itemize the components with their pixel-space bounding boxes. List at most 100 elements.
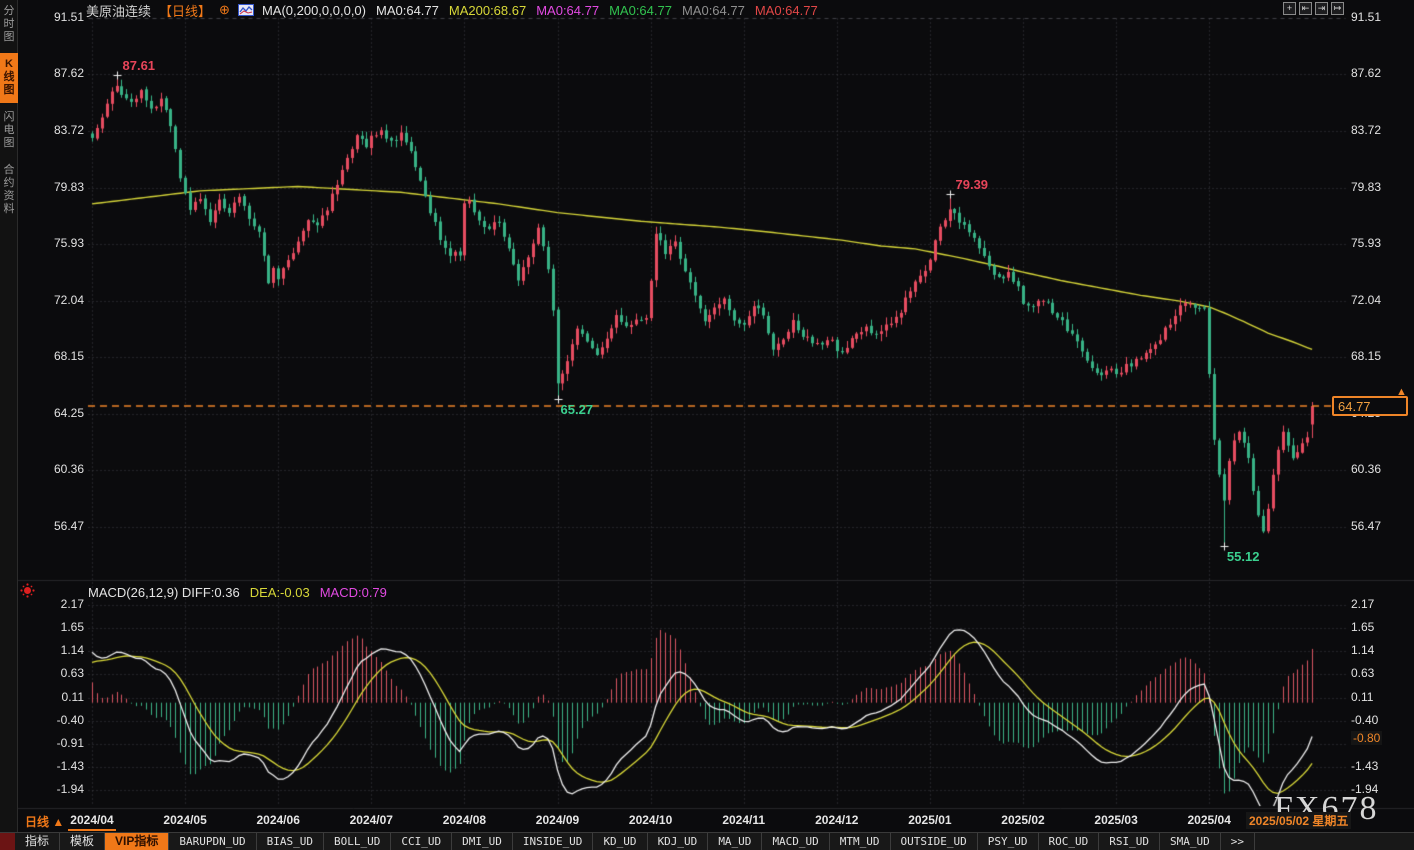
toolbar-logo[interactable] (0, 833, 15, 850)
period-tag: 【日线】 (159, 1, 211, 20)
toolbar-item-psy_ud[interactable]: PSY_UD (978, 833, 1039, 850)
x-axis-month-label: 2025/04 (1175, 813, 1243, 827)
add-indicator-icon[interactable]: ⊕ (219, 2, 230, 18)
chart-type-sidebar: 分时图 K线图闪电图合约资料 (0, 0, 18, 832)
price-tick-left: 83.72 (40, 123, 84, 137)
x-axis-month-label: 2024/05 (151, 813, 219, 827)
x-axis-month-label: 2024/08 (430, 813, 498, 827)
x-axis-month-label: 2024/09 (524, 813, 592, 827)
sidebar-tab-4[interactable]: 合约资料 (0, 159, 18, 222)
x-axis-month-label: 2025/03 (1082, 813, 1150, 827)
sidebar-tab-2[interactable]: K线图 (0, 53, 18, 103)
price-annotation: 87.61 (123, 58, 156, 73)
price-tick-right: 68.15 (1351, 349, 1405, 363)
macd-tick-left: -1.94 (40, 782, 84, 796)
x-axis-month-label: 2024/12 (803, 813, 871, 827)
toolbar-item-sma_ud[interactable]: SMA_UD (1160, 833, 1221, 850)
sidebar-tab-1[interactable]: 分时图 (0, 0, 18, 50)
macd-tick-right: 2.17 (1351, 597, 1405, 611)
macd-tick-right: -1.94 (1351, 782, 1405, 796)
price-tick-left: 87.62 (40, 66, 84, 80)
macd-tick-left: -1.43 (40, 759, 84, 773)
ma-legend-item: MA0:64.77 (755, 3, 818, 18)
period-selector[interactable]: 日线 ▲ (25, 813, 64, 830)
macd-legend-item: MACD:0.79 (320, 585, 387, 600)
price-annotation: 79.39 (956, 177, 989, 192)
pan-tool-icon[interactable]: + (1283, 2, 1296, 15)
price-tick-right: 87.62 (1351, 66, 1405, 80)
trading-app-window: 分时图 K线图闪电图合约资料 美原油连续 【日线】 ⊕ MA(0,200,0,0,… (0, 0, 1414, 850)
price-tick-right: 75.93 (1351, 236, 1405, 250)
ma-legend-item: MA0:64.77 (682, 3, 745, 18)
price-tick-left: 79.83 (40, 180, 84, 194)
ma-legend-item: MA0:64.77 (609, 3, 672, 18)
price-tick-right: 79.83 (1351, 180, 1405, 194)
price-tick-left: 68.15 (40, 349, 84, 363)
compress-x-axis-icon[interactable]: ⇤ (1299, 2, 1312, 15)
price-tick-right: 56.47 (1351, 519, 1405, 533)
instrument-title: 美原油连续 (86, 1, 151, 20)
toolbar-item-inside_ud[interactable]: INSIDE_UD (513, 833, 594, 850)
ma-legend-item: MA200:68.67 (449, 3, 526, 18)
toolbar-item-mtm_ud[interactable]: MTM_UD (830, 833, 891, 850)
last-date-label: 2025/05/02 星期五 (1246, 812, 1351, 829)
chart-window-icons: +⇤⇥↦ (1283, 2, 1344, 15)
macd-legend: MACD(26,12,9) DIFF:0.36 DEA:-0.03 MACD:0.7… (88, 585, 387, 600)
expand-x-axis-icon[interactable]: ⇥ (1315, 2, 1328, 15)
macd-tick-left: 0.63 (40, 666, 84, 680)
price-macd-chart-canvas[interactable] (0, 0, 1414, 850)
toolbar-item-roc_ud[interactable]: ROC_UD (1039, 833, 1100, 850)
price-annotation: 55.12 (1227, 549, 1260, 564)
period-label: 日线 (25, 815, 49, 829)
macd-legend-item: DEA:-0.03 (250, 585, 310, 600)
price-tick-right: 91.51 (1351, 10, 1405, 24)
toolbar-item-bias_ud[interactable]: BIAS_UD (257, 833, 324, 850)
price-up-arrow-icon: ▲ (1396, 386, 1407, 398)
ma-legend: MA(0,200,0,0,0,0) MA0:64.77 MA200:68.67 MA0… (262, 3, 818, 18)
shift-right-icon[interactable]: ↦ (1331, 2, 1344, 15)
toolbar-item-boll_ud[interactable]: BOLL_UD (324, 833, 391, 850)
macd-tick-left: 1.65 (40, 620, 84, 634)
x-axis-month-label: 2024/06 (244, 813, 312, 827)
x-axis-month-label: 2024/07 (337, 813, 405, 827)
toolbar-item-kd_ud[interactable]: KD_UD (593, 833, 647, 850)
price-tick-left: 75.93 (40, 236, 84, 250)
ma-legend-item: MA0:64.77 (536, 3, 599, 18)
chart-header: 美原油连续 【日线】 ⊕ MA(0,200,0,0,0,0)MA0:64.77M… (86, 2, 818, 18)
toolbar-item-macd_ud[interactable]: MACD_UD (762, 833, 829, 850)
toolbar-item-[interactable]: 指标 (15, 833, 60, 850)
price-tick-left: 56.47 (40, 519, 84, 533)
line-chart-icon[interactable] (238, 4, 254, 16)
toolbar-item-[interactable]: >> (1221, 833, 1255, 850)
toolbar-item-cci_ud[interactable]: CCI_UD (391, 833, 452, 850)
toolbar-item-ma_ud[interactable]: MA_UD (708, 833, 762, 850)
price-tick-left: 72.04 (40, 293, 84, 307)
x-axis-month-label: 2024/10 (617, 813, 685, 827)
sidebar-tab-3[interactable]: 闪电图 (0, 106, 18, 156)
alert-dot-icon[interactable] (24, 587, 31, 594)
macd-tick-right: -0.40 (1351, 713, 1405, 727)
indicator-toolbar: 指标模板VIP指标BARUPDN_UDBIAS_UDBOLL_UDCCI_UDD… (0, 832, 1414, 850)
toolbar-item-vip[interactable]: VIP指标 (105, 833, 169, 850)
x-scrollbar-thumb[interactable] (68, 829, 116, 831)
macd-tick-left: -0.40 (40, 713, 84, 727)
ma-legend-item: MA(0,200,0,0,0,0) (262, 3, 366, 18)
macd-legend-item: MACD(26,12,9) DIFF:0.36 (88, 585, 240, 600)
price-annotation: 65.27 (561, 402, 594, 417)
toolbar-item-rsi_ud[interactable]: RSI_UD (1099, 833, 1160, 850)
x-axis-month-label: 2024/11 (710, 813, 778, 827)
macd-current-value-tag: -0.80 (1351, 731, 1382, 745)
macd-tick-right: 0.11 (1351, 690, 1405, 704)
x-axis-month-label: 2025/01 (896, 813, 964, 827)
current-price-tag: 64.77 (1332, 396, 1408, 416)
toolbar-item-[interactable]: 模板 (60, 833, 105, 850)
x-axis-month-label: 2025/02 (989, 813, 1057, 827)
toolbar-item-outside_ud[interactable]: OUTSIDE_UD (891, 833, 978, 850)
toolbar-item-dmi_ud[interactable]: DMI_UD (452, 833, 513, 850)
x-axis-month-label: 2024/04 (58, 813, 126, 827)
period-arrow-icon: ▲ (52, 815, 64, 829)
toolbar-item-barupdn_ud[interactable]: BARUPDN_UD (169, 833, 256, 850)
toolbar-item-kdj_ud[interactable]: KDJ_UD (648, 833, 709, 850)
macd-tick-right: 1.14 (1351, 643, 1405, 657)
price-tick-left: 91.51 (40, 10, 84, 24)
